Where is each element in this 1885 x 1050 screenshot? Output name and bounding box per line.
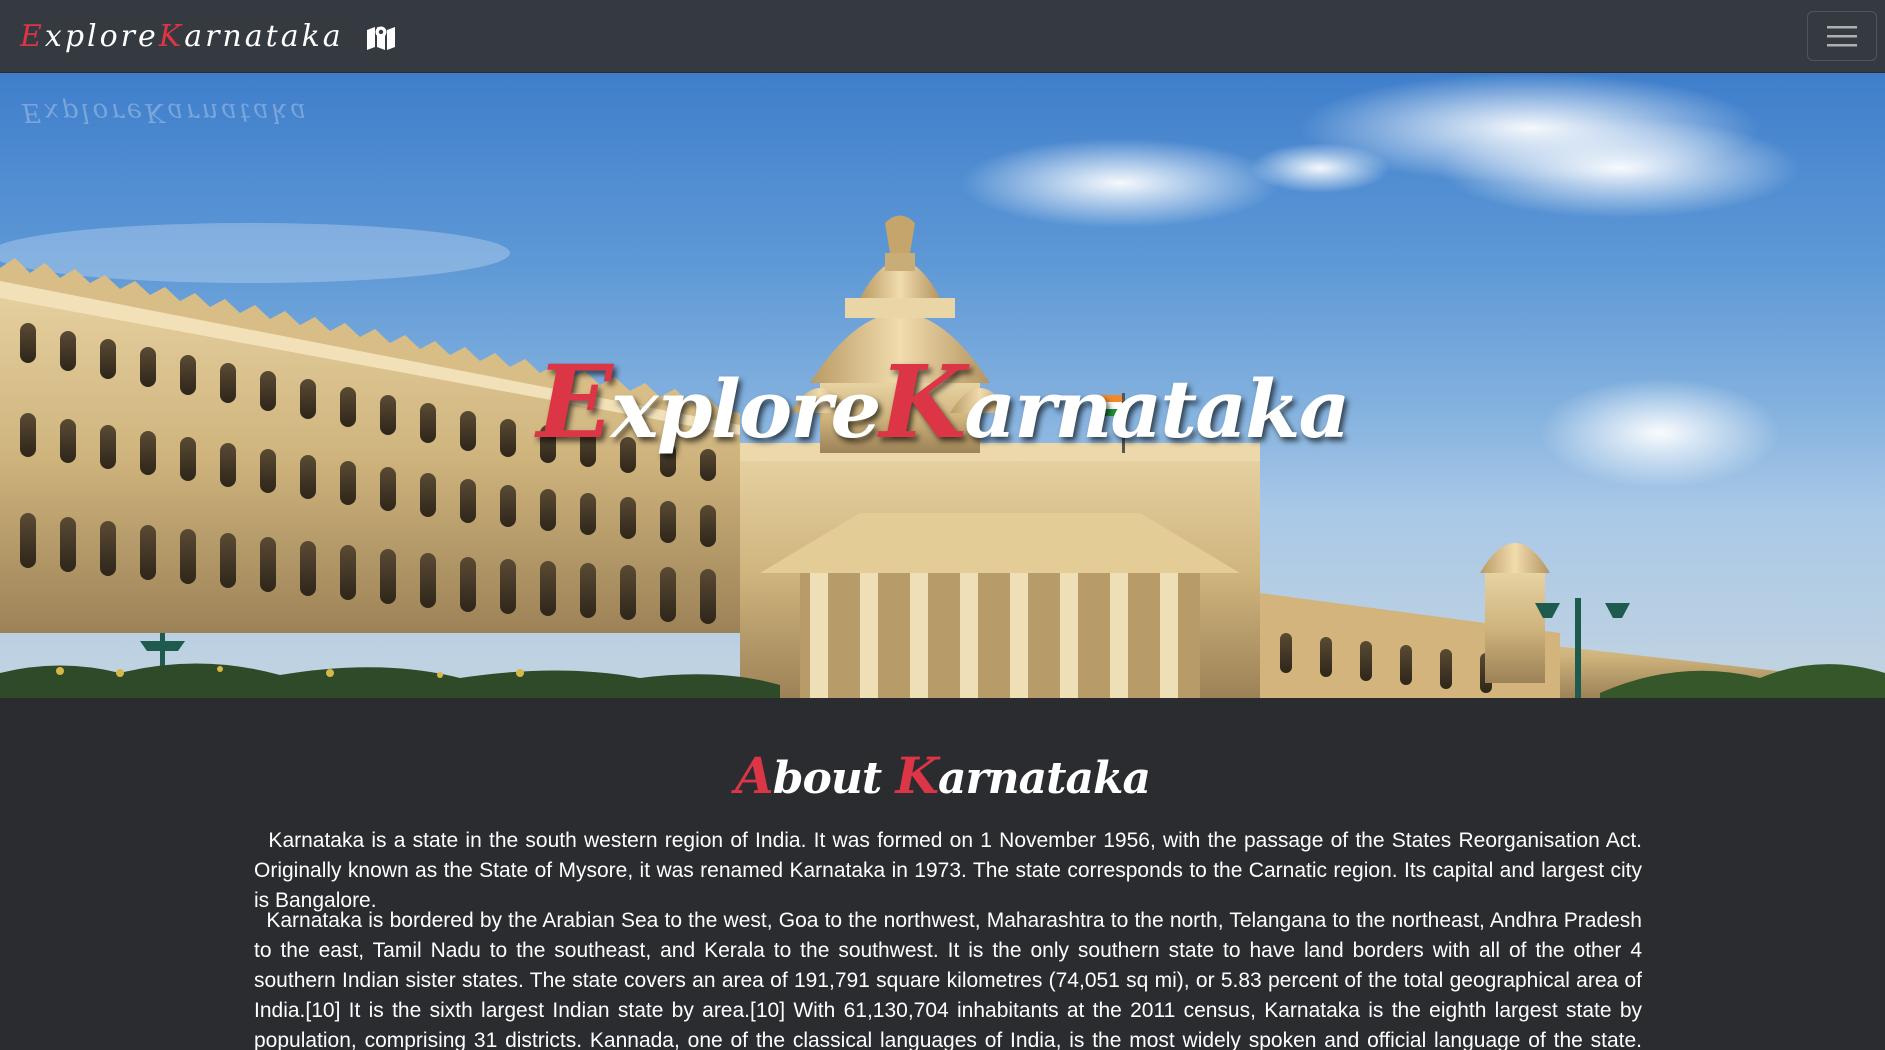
about-title-letter-k: K (895, 746, 939, 805)
brand-word-xplore: xplore (44, 18, 159, 54)
hero-title-word-arnataka: arnataka (964, 362, 1350, 456)
hamburger-menu-icon (1825, 23, 1859, 49)
about-title-word-arnataka: arnataka (937, 753, 1151, 804)
about-paragraph-1: Karnataka is a state in the south wester… (254, 829, 1642, 912)
brand-link[interactable]: Explore Karnataka (20, 0, 396, 72)
hero-title-letter-k: K (879, 343, 966, 461)
brand-letter-k: K (158, 18, 185, 54)
about-paragraph-2: Karnataka is bordered by the Arabian Sea… (254, 909, 1642, 1050)
map-icon (366, 23, 396, 50)
hero-title-letter-e: E (536, 343, 613, 461)
brand-letter-e: E (20, 18, 45, 54)
about-title: About Karnataka (0, 746, 1885, 805)
hero-title-word-xplore: xplore (610, 362, 881, 456)
about-section: About Karnataka Karnataka is a state in … (0, 698, 1885, 1050)
top-navbar: Explore Karnataka (0, 0, 1885, 73)
hero-title: ExploreKarnataka (0, 343, 1885, 461)
hero-section: ExploreKarnataka ExploreKarnataka (0, 73, 1885, 698)
about-title-word-bout: bout (772, 753, 896, 804)
navbar-toggler-button[interactable] (1807, 11, 1877, 61)
about-title-letter-a: A (734, 746, 774, 805)
hero-brand-reflection: ExploreKarnataka (22, 97, 309, 127)
brand-word-arnataka: arnataka (184, 18, 344, 54)
